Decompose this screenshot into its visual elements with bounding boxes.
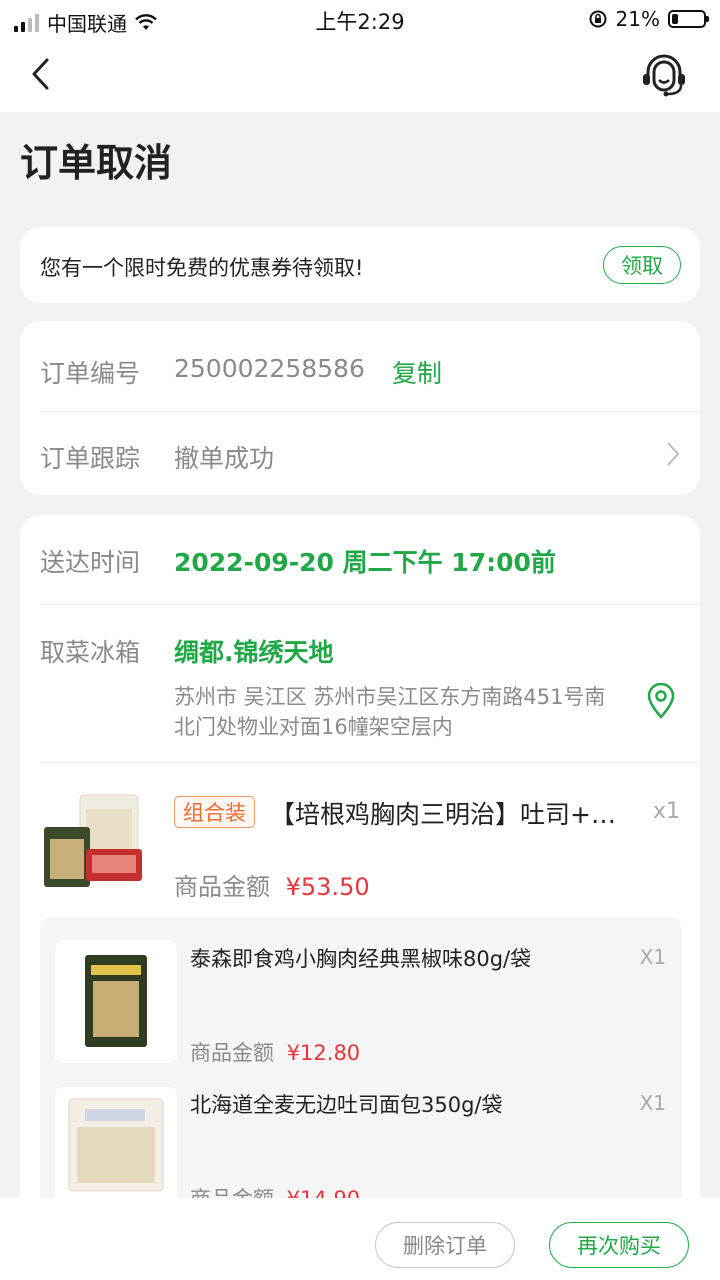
divider bbox=[40, 604, 700, 605]
sub-item-quantity: X1 bbox=[639, 1091, 666, 1115]
coupon-text: 您有一个限时免费的优惠券待领取! bbox=[40, 256, 364, 280]
coupon-card: 您有一个限时免费的优惠券待领取! 领取 bbox=[20, 227, 700, 303]
divider bbox=[40, 762, 700, 763]
combo-product-image[interactable] bbox=[40, 791, 152, 891]
sub-item-price-label: 商品金额 bbox=[190, 1041, 274, 1065]
wifi-icon bbox=[135, 13, 157, 30]
order-info-card: 订单编号 250002258586 复制 订单跟踪 撤单成功 bbox=[20, 321, 700, 495]
status-bar-right: 21% bbox=[588, 7, 709, 31]
product-image bbox=[55, 941, 177, 1063]
battery-fill bbox=[672, 14, 679, 24]
sub-item-price: ¥12.80 bbox=[286, 1041, 361, 1065]
delivery-time-value: 2022-09-20 周二下午 17:00前 bbox=[174, 548, 556, 577]
location-pin-icon[interactable] bbox=[646, 683, 676, 719]
combo-price-row: 商品金额 ¥53.50 bbox=[174, 867, 370, 902]
carrier-name: 中国联通 bbox=[47, 12, 127, 36]
delete-order-button[interactable]: 删除订单 bbox=[375, 1222, 515, 1268]
page-title: 订单取消 bbox=[20, 141, 173, 185]
headset-icon bbox=[643, 54, 685, 97]
status-bar-left: 中国联通 bbox=[14, 8, 157, 37]
fridge-address: 苏州市 吴江区 苏州市吴江区东方南路451号南北门处物业对面16幢架空层内 bbox=[174, 685, 606, 739]
sub-item-title: 北海道全麦无边吐司面包350g/袋 bbox=[190, 1093, 503, 1117]
bottom-action-bar: 删除订单 再次购买 bbox=[0, 1198, 720, 1280]
order-number-label: 订单编号 bbox=[40, 359, 141, 388]
status-bar: 中国联通 上午2:29 21% bbox=[0, 0, 720, 40]
combo-quantity: x1 bbox=[652, 799, 680, 824]
order-number-value: 250002258586 bbox=[174, 354, 365, 383]
order-tracking-label: 订单跟踪 bbox=[40, 444, 141, 473]
copy-button[interactable]: 复制 bbox=[392, 354, 442, 390]
order-detail-card: 送达时间 2022-09-20 周二下午 17:00前 取菜冰箱 绸都.锦绣天地… bbox=[20, 515, 700, 1237]
fridge-name: 绸都.锦绣天地 bbox=[174, 638, 334, 667]
rotation-lock-icon bbox=[589, 10, 607, 28]
rebuy-button[interactable]: 再次购买 bbox=[549, 1222, 689, 1268]
product-image bbox=[55, 1087, 177, 1209]
combo-badge: 组合装 bbox=[174, 796, 255, 828]
combo-items-list: 泰森即食鸡小胸肉经典黑椒味80g/袋 X1 商品金额 ¥12.80 北海道全麦无… bbox=[40, 917, 682, 1237]
claim-coupon-button[interactable]: 领取 bbox=[603, 246, 681, 284]
sub-item-title: 泰森即食鸡小胸肉经典黑椒味80g/袋 bbox=[190, 947, 532, 971]
chevron-right-icon bbox=[667, 442, 680, 466]
sub-item-quantity: X1 bbox=[639, 945, 666, 969]
battery-percent: 21% bbox=[615, 7, 660, 31]
fridge-label: 取菜冰箱 bbox=[40, 638, 141, 667]
customer-service-button[interactable] bbox=[638, 50, 690, 102]
battery-icon bbox=[668, 10, 709, 28]
nav-bar bbox=[0, 40, 720, 112]
back-button[interactable] bbox=[22, 54, 62, 94]
delivery-time-label: 送达时间 bbox=[40, 548, 141, 577]
order-tracking-value: 撤单成功 bbox=[174, 444, 275, 473]
combo-price: ¥53.50 bbox=[285, 873, 370, 901]
order-tracking-row[interactable]: 订单跟踪 撤单成功 bbox=[20, 412, 700, 495]
list-item[interactable]: 泰森即食鸡小胸肉经典黑椒味80g/袋 X1 商品金额 ¥12.80 bbox=[40, 917, 682, 1065]
combo-title[interactable]: 【培根鸡胸肉三明治】吐司+… bbox=[270, 795, 650, 831]
combo-price-label: 商品金额 bbox=[174, 873, 270, 901]
signal-icon bbox=[14, 13, 39, 32]
